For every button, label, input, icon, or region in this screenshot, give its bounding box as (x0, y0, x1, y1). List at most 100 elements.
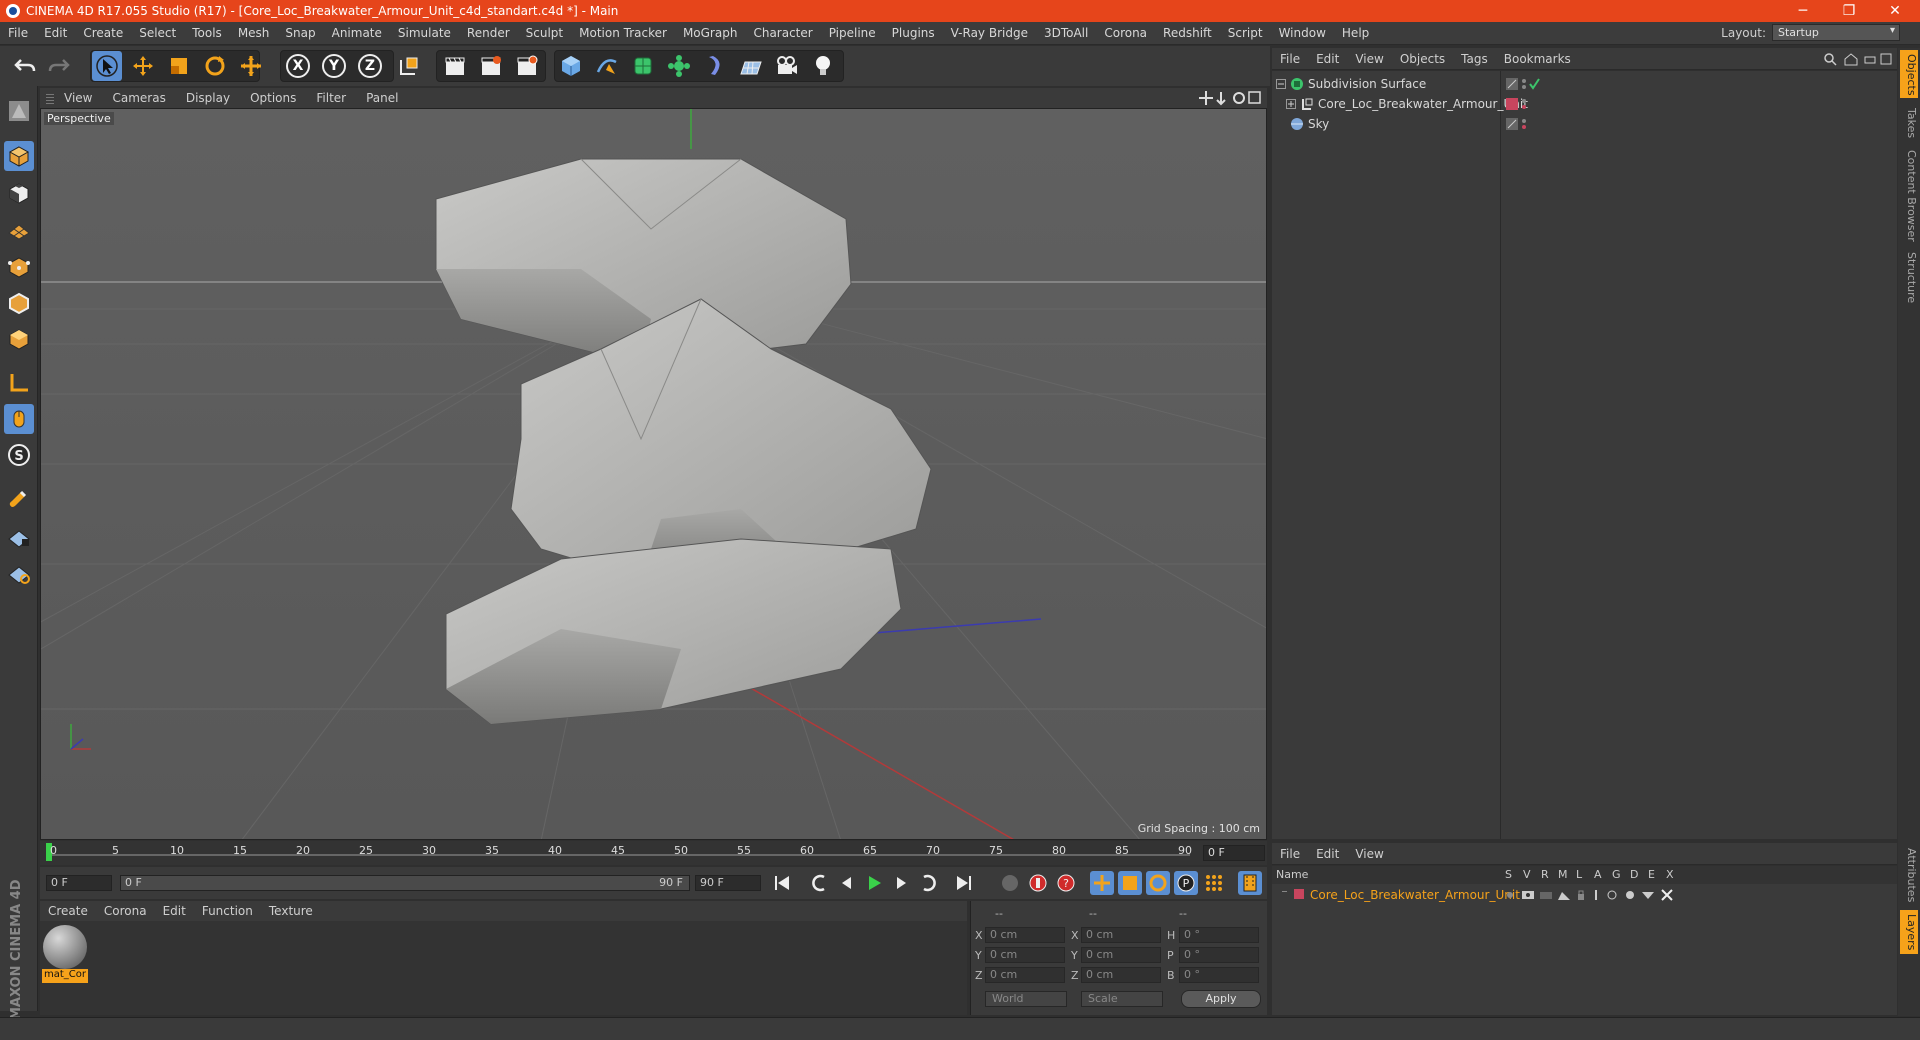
material-menu-create[interactable]: Create (40, 904, 96, 918)
render-settings-button[interactable] (512, 51, 542, 81)
y-axis-toggle[interactable]: Y (319, 51, 349, 81)
menu-sculpt[interactable]: Sculpt (518, 26, 571, 40)
coordinate-mode-dropdown[interactable]: World (985, 991, 1067, 1007)
spline-pen-button[interactable] (592, 51, 622, 81)
viewport-menu-cameras[interactable]: Cameras (102, 91, 175, 105)
recent-tool[interactable] (236, 51, 266, 81)
tab-structure[interactable]: Structure (1900, 248, 1918, 308)
menu-create[interactable]: Create (75, 26, 131, 40)
render-view-button[interactable] (440, 51, 470, 81)
viewport-menu-panel[interactable]: Panel (356, 91, 408, 105)
menu-redshift[interactable]: Redshift (1155, 26, 1220, 40)
points-mode-button[interactable] (4, 252, 34, 282)
layout-dropdown[interactable]: Startup (1772, 24, 1900, 41)
menu-motion-tracker[interactable]: Motion Tracker (571, 26, 675, 40)
move-tool[interactable] (128, 51, 158, 81)
menu-mesh[interactable]: Mesh (230, 26, 278, 40)
tweak-mode-button[interactable] (4, 404, 34, 434)
rotate-tool[interactable] (200, 51, 230, 81)
visibility-icons[interactable] (1506, 117, 1542, 131)
magnet-tool-button[interactable] (4, 484, 34, 514)
viewport-nav-icons[interactable] (1199, 90, 1261, 106)
menu-tools[interactable]: Tools (184, 26, 230, 40)
layer-color-swatch[interactable] (1294, 889, 1304, 899)
start-frame-field[interactable]: 0 F (46, 875, 112, 891)
camera-object-button[interactable] (772, 51, 802, 81)
render-to-picture-viewer-button[interactable] (476, 51, 506, 81)
texture-mode-button[interactable] (4, 178, 34, 208)
rot-h-field[interactable]: 0 ° (1179, 927, 1259, 943)
array-object-button[interactable] (664, 51, 694, 81)
size-mode-dropdown[interactable]: Scale (1081, 991, 1163, 1007)
coordinate-system-toggle[interactable] (394, 51, 424, 81)
key-parameter-button[interactable]: P (1174, 871, 1198, 895)
workplane-mode-button[interactable] (4, 214, 34, 244)
close-button[interactable]: ✕ (1872, 0, 1918, 22)
layer-col-locked[interactable]: L (1576, 868, 1582, 881)
timeline-window-button[interactable] (1238, 871, 1262, 895)
menu-mograph[interactable]: MoGraph (675, 26, 746, 40)
menu-animate[interactable]: Animate (324, 26, 390, 40)
apply-button[interactable]: Apply (1181, 990, 1261, 1008)
polygons-mode-button[interactable] (4, 324, 34, 354)
viewport-menu-display[interactable]: Display (176, 91, 240, 105)
lock-workplane-button[interactable] (4, 522, 34, 552)
material-thumbnail[interactable]: mat_Cor (42, 925, 88, 987)
material-menu-texture[interactable]: Texture (261, 904, 321, 918)
play-button[interactable] (862, 871, 886, 895)
key-pla-button[interactable] (1202, 871, 1226, 895)
lm-menu-edit[interactable]: Edit (1308, 847, 1347, 861)
undo-button[interactable] (10, 51, 40, 81)
key-scale-button[interactable] (1118, 871, 1142, 895)
menu-plugins[interactable]: Plugins (884, 26, 943, 40)
layer-row[interactable]: Core_Loc_Breakwater_Armour_Unit (1272, 885, 1897, 905)
rot-p-field[interactable]: 0 ° (1179, 947, 1259, 963)
om-menu-tags[interactable]: Tags (1453, 52, 1496, 66)
om-menu-edit[interactable]: Edit (1308, 52, 1347, 66)
menu-simulate[interactable]: Simulate (390, 26, 459, 40)
floor-object-button[interactable] (736, 51, 766, 81)
cube-object-button[interactable] (556, 51, 586, 81)
collapse-toggle-icon[interactable] (1276, 79, 1286, 89)
menu-file[interactable]: File (0, 26, 36, 40)
viewport-menu-filter[interactable]: Filter (306, 91, 356, 105)
redo-button[interactable] (44, 51, 74, 81)
object-row-breakwater-unit[interactable]: Core_Loc_Breakwater_Armour_Unit (1272, 94, 1897, 114)
next-key-button[interactable] (916, 871, 940, 895)
layer-col-expressions[interactable]: E (1648, 868, 1655, 881)
layer-col-deformers[interactable]: D (1630, 868, 1638, 881)
model-mode-button[interactable] (4, 141, 34, 171)
timeline-ruler[interactable]: 0 5 10 15 20 25 30 35 40 45 50 55 60 65 … (40, 841, 1267, 865)
layer-col-render[interactable]: R (1541, 868, 1549, 881)
current-frame-field[interactable]: 0 F (1203, 845, 1265, 861)
size-y-field[interactable]: 0 cm (1081, 947, 1161, 963)
om-menu-file[interactable]: File (1272, 52, 1308, 66)
menu-3dtoall[interactable]: 3DToAll (1036, 26, 1096, 40)
viewport-camera-label[interactable]: Perspective (44, 112, 114, 125)
pos-z-field[interactable]: 0 cm (985, 967, 1065, 983)
key-position-button[interactable] (1090, 871, 1114, 895)
menu-help[interactable]: Help (1334, 26, 1377, 40)
viewport-menu-options[interactable]: Options (240, 91, 306, 105)
tab-takes[interactable]: Takes (1900, 103, 1918, 143)
snap-toggle-button[interactable]: S (4, 440, 34, 470)
scale-tool[interactable] (164, 51, 194, 81)
menu-select[interactable]: Select (131, 26, 184, 40)
x-axis-toggle[interactable]: X (283, 51, 313, 81)
end-frame-field[interactable]: 90 F (695, 875, 761, 891)
make-editable-button[interactable] (4, 96, 34, 126)
preview-range-slider[interactable]: 0 F 90 F (120, 875, 690, 891)
pos-x-field[interactable]: 0 cm (985, 927, 1065, 943)
record-active-objects-button[interactable] (1026, 871, 1050, 895)
material-menu-corona[interactable]: Corona (96, 904, 155, 918)
tab-attributes[interactable]: Attributes (1900, 844, 1918, 906)
menu-window[interactable]: Window (1271, 26, 1334, 40)
workplane-rotate-button[interactable] (4, 558, 34, 588)
expand-toggle-icon[interactable] (1286, 99, 1296, 109)
record-disabled-button[interactable] (998, 871, 1022, 895)
autokeying-button[interactable]: ? (1054, 871, 1078, 895)
edges-mode-button[interactable] (4, 288, 34, 318)
visibility-check-icons[interactable] (1506, 77, 1542, 91)
go-to-start-button[interactable] (770, 871, 794, 895)
perspective-viewport[interactable]: Perspective Grid Spacing : 100 cm (40, 108, 1267, 840)
